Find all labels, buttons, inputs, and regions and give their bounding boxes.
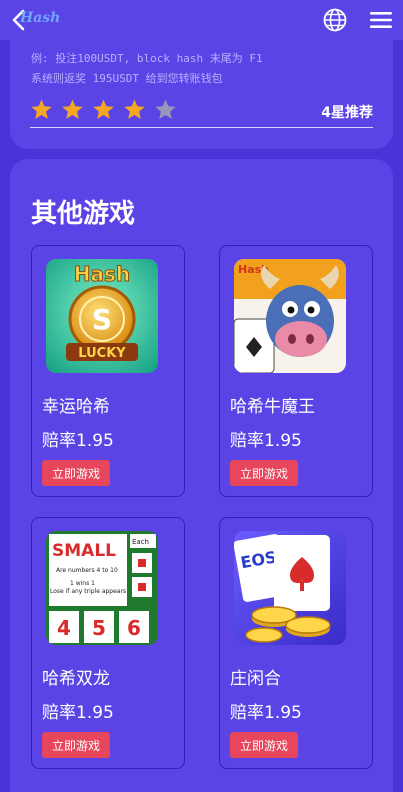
logo: Hash (20, 10, 61, 26)
star-filled-icon (62, 99, 83, 119)
menu-icon (370, 12, 392, 28)
game-odds: 赔率1.95 (42, 703, 114, 723)
rating-label: 4星推荐 (321, 105, 373, 121)
svg-text:Each: Each (132, 538, 149, 546)
game-thumbnail: Hash (234, 259, 346, 373)
game-thumbnail: S Hash LUCKY (46, 259, 158, 373)
rule-example-text: 例: 投注100USDT, block hash 末尾为 F1 (31, 52, 263, 65)
game-name: 庄闲合 (230, 669, 281, 689)
play-now-button[interactable]: 立即游戏 (230, 460, 298, 486)
divider (30, 127, 373, 128)
game-card-hash-double-dragon[interactable]: SMALL Are numbers 4 to 10 1 wins 1 Lose … (31, 517, 185, 769)
top-bar: Hash (0, 0, 403, 40)
game-thumbnail: EOS (234, 531, 346, 645)
svg-text:5: 5 (92, 616, 106, 640)
svg-text:Are numbers 4 to 10: Are numbers 4 to 10 (56, 567, 118, 574)
section-title: 其他游戏 (31, 199, 136, 229)
game-thumbnail: SMALL Are numbers 4 to 10 1 wins 1 Lose … (46, 531, 158, 645)
star-empty-icon (155, 99, 176, 119)
svg-text:1 wins 1: 1 wins 1 (70, 580, 95, 587)
svg-text:6: 6 (127, 616, 141, 640)
star-filled-icon (31, 99, 52, 119)
play-now-button[interactable]: 立即游戏 (42, 460, 110, 486)
game-name: 哈希牛魔王 (230, 397, 315, 417)
game-card-banker-player-tie[interactable]: EOS 庄闲合 赔率1.95 立即游戏 (219, 517, 373, 769)
game-name: 幸运哈希 (42, 397, 110, 417)
menu-button[interactable] (368, 8, 394, 32)
play-now-button[interactable]: 立即游戏 (42, 732, 110, 758)
star-filled-icon (124, 99, 145, 119)
language-button[interactable] (322, 7, 348, 33)
svg-text:SMALL: SMALL (52, 541, 116, 561)
game-card-lucky-hash[interactable]: S Hash LUCKY 幸运哈希 赔率1.95 立即游戏 (31, 245, 185, 497)
game-odds: 赔率1.95 (230, 703, 302, 723)
svg-text:S: S (92, 303, 112, 336)
svg-text:4: 4 (57, 616, 71, 640)
play-now-button[interactable]: 立即游戏 (230, 732, 298, 758)
lucky-hash-coin-icon: S Hash LUCKY (46, 259, 158, 373)
svg-text:Hash: Hash (74, 262, 130, 286)
game-odds: 赔率1.95 (230, 431, 302, 451)
svg-text:LUCKY: LUCKY (78, 346, 126, 361)
game-name: 哈希双龙 (42, 669, 110, 689)
eos-cards-coins-icon: EOS (234, 531, 346, 645)
game-odds: 赔率1.95 (42, 431, 114, 451)
star-filled-icon (93, 99, 114, 119)
rating-stars (30, 98, 177, 121)
bull-king-icon: Hash (234, 259, 346, 373)
svg-text:Lose if any triple appears: Lose if any triple appears (50, 588, 126, 595)
globe-icon (323, 8, 347, 32)
game-card-hash-bull-king[interactable]: Hash 哈希牛魔王 赔率1.95 立即游戏 (219, 245, 373, 497)
rule-payout-text: 系统则返奖 195USDT 给到您转账钱包 (31, 72, 223, 85)
small-bet-board-icon: SMALL Are numbers 4 to 10 1 wins 1 Lose … (46, 531, 158, 645)
